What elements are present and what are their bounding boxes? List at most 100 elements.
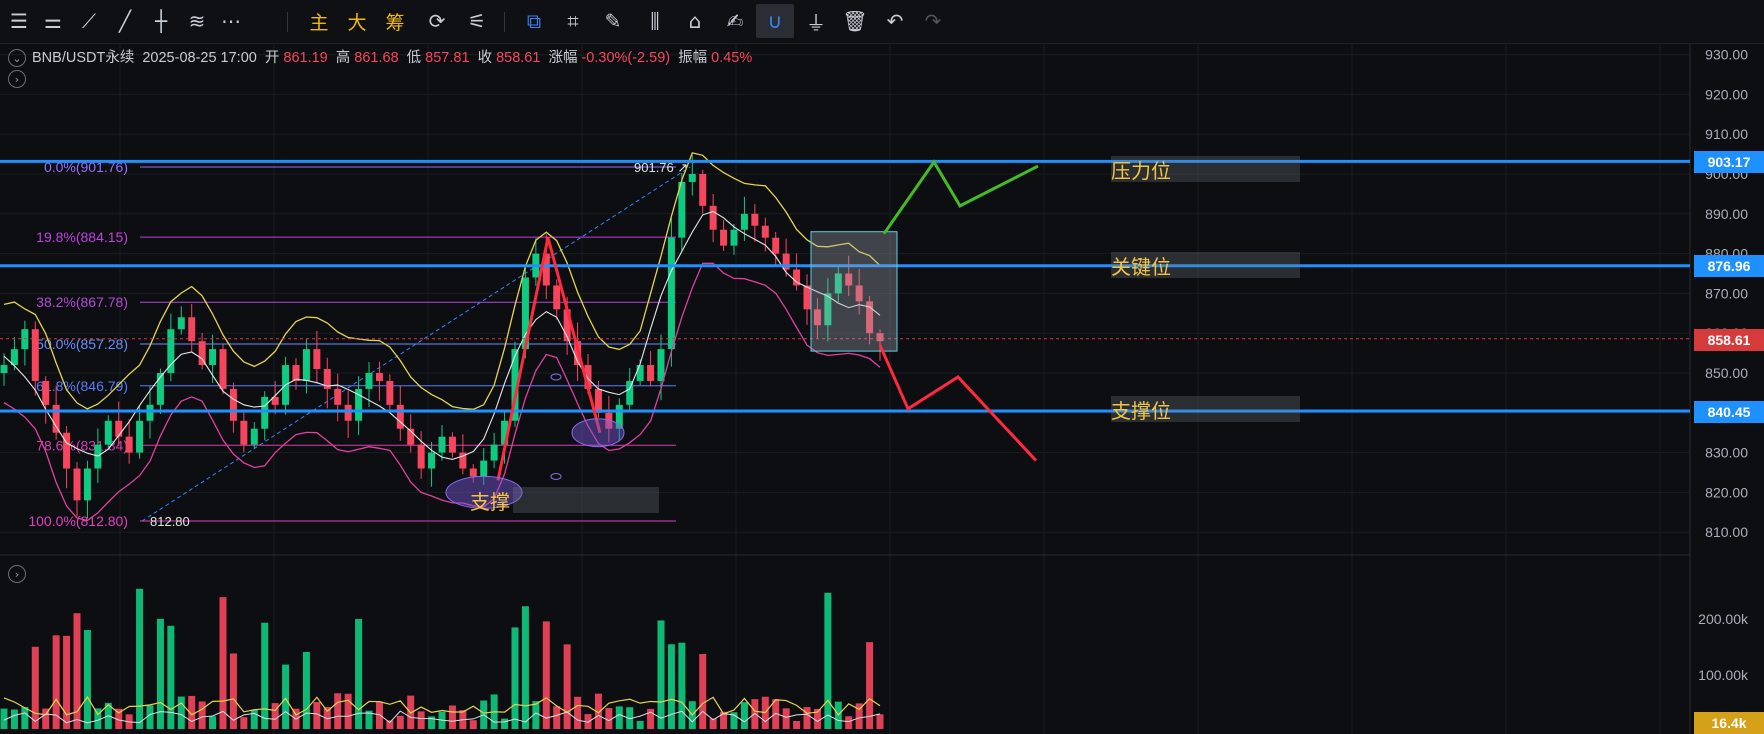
volume-bar xyxy=(501,718,509,729)
candle-body xyxy=(667,237,675,350)
undo-icon[interactable]: ↶ xyxy=(876,4,914,38)
volume-bar xyxy=(375,702,383,729)
volume-bar xyxy=(782,708,790,729)
amplitude-value: 0.45% xyxy=(711,50,753,66)
candle-body xyxy=(553,285,561,310)
y-tick-label: 910.00 xyxy=(1705,126,1748,142)
volume-bar xyxy=(615,706,623,729)
volume-bar xyxy=(344,693,352,729)
y-tick-label: 890.00 xyxy=(1705,206,1748,222)
volume-bar xyxy=(177,696,185,729)
symbol-label: BNB/USDT永续 xyxy=(32,50,135,66)
marker-ellipse xyxy=(550,472,562,480)
candle-body xyxy=(83,468,91,501)
lock-icon[interactable]: ⌂ xyxy=(676,4,714,38)
candle-body xyxy=(438,436,446,453)
y-tick-label: 820.00 xyxy=(1705,484,1748,500)
consolidation-box xyxy=(810,231,898,352)
high-label: 高 xyxy=(335,50,351,66)
note-icon[interactable]: ✍ xyxy=(716,4,754,38)
key-price-tag: 876.96 xyxy=(1694,255,1764,277)
candle-body xyxy=(219,349,227,389)
volume-bar xyxy=(740,702,748,729)
volume-bar xyxy=(448,705,456,729)
trend-line-icon[interactable]: ⟋ xyxy=(70,4,108,38)
volume-bar xyxy=(553,706,561,729)
volume-bar xyxy=(21,707,29,729)
bearish-prediction xyxy=(878,344,1038,462)
ohlc-info-bar: BNB/USDT永续 2025-08-25 17:00 开 861.19 高 861… xyxy=(32,46,756,67)
magnet-icon[interactable]: ∪ xyxy=(756,4,794,38)
candle-body xyxy=(709,205,717,230)
candle-body xyxy=(42,380,50,405)
candle-body xyxy=(0,365,8,373)
candle-body xyxy=(647,365,655,381)
candle-body xyxy=(699,174,707,206)
volume-bar xyxy=(302,651,310,729)
candle-body xyxy=(469,468,477,477)
brush-icon[interactable]: ✎ xyxy=(594,4,632,38)
candle-body xyxy=(10,349,18,366)
volume-bar xyxy=(542,621,550,729)
fib-level-label: 19.8%(884.15) xyxy=(36,229,128,245)
volume-bar xyxy=(136,588,144,729)
volume-bar xyxy=(667,644,675,729)
volume-bar xyxy=(845,716,853,729)
expand-volume-icon[interactable]: › xyxy=(8,565,26,583)
indicator-settings-icon[interactable]: ⚌ xyxy=(34,4,72,38)
candle-body xyxy=(740,213,748,230)
compare-icon[interactable]: ⟳ xyxy=(418,4,456,38)
candle-type-icon[interactable]: ⫼ xyxy=(636,4,674,38)
collapse-info-icon[interactable]: ⌄ xyxy=(8,49,26,67)
candlestick-chart[interactable]: 930.00920.00910.00900.00890.00880.00870.… xyxy=(0,43,1764,734)
resistance-price-tag: 903.17 xyxy=(1694,151,1764,173)
fib-level-label: 38.2%(867.78) xyxy=(36,294,128,310)
close-label: 收 xyxy=(477,50,493,66)
big-order-button[interactable]: 大 xyxy=(338,4,376,38)
copy-icon[interactable]: ⧉ xyxy=(515,4,553,38)
candle-body xyxy=(250,428,258,445)
volume-bar xyxy=(146,705,154,729)
volume-bar xyxy=(355,618,363,729)
candle-body xyxy=(761,225,769,238)
candle-body xyxy=(146,404,154,421)
delete-icon[interactable]: 🗑 xyxy=(836,4,874,38)
candle-body xyxy=(73,468,81,501)
volume-bar xyxy=(803,707,811,729)
candle-body xyxy=(177,317,185,330)
candle-body xyxy=(261,396,269,429)
horizontal-line-icon[interactable]: ┼ xyxy=(142,4,180,38)
candle-body xyxy=(229,388,237,421)
menu-icon[interactable]: ☰ xyxy=(0,4,38,38)
candle-body xyxy=(480,460,488,477)
candle-body xyxy=(240,420,248,445)
toolbar-divider xyxy=(504,12,505,32)
volume-bar xyxy=(83,630,91,729)
volume-tick-label: 200.00k xyxy=(1698,611,1749,627)
ruler-icon[interactable]: ⌗ xyxy=(554,4,592,38)
fib-tool-icon[interactable]: ≋ xyxy=(178,4,216,38)
candle-body xyxy=(386,380,394,405)
bullish-prediction xyxy=(882,159,1039,235)
ray-line-icon[interactable]: ╱ xyxy=(106,4,144,38)
volume-bar xyxy=(250,709,258,729)
redo-icon[interactable]: ↷ xyxy=(914,4,952,38)
volume-bar xyxy=(563,644,571,729)
more-icon[interactable]: ⋯ xyxy=(212,4,250,38)
volume-bar xyxy=(240,717,248,729)
expand-indicators-icon[interactable]: › xyxy=(8,70,26,88)
filter-icon[interactable]: ⏚ xyxy=(797,4,835,38)
volume-bar xyxy=(824,592,832,729)
volume-bar xyxy=(198,701,206,729)
volume-bar xyxy=(282,664,290,729)
candle-body xyxy=(115,420,123,437)
trade-tool-icon[interactable]: ⚟ xyxy=(458,4,496,38)
chips-button[interactable]: 筹 xyxy=(376,4,414,38)
volume-tick-label: 100.00k xyxy=(1698,667,1749,683)
candle-body xyxy=(490,444,498,461)
candle-body xyxy=(803,285,811,310)
candle-body xyxy=(125,436,133,453)
volume-bar xyxy=(511,627,519,729)
main-indicator-button[interactable]: 主 xyxy=(300,4,338,38)
open-label: 开 xyxy=(264,50,280,66)
